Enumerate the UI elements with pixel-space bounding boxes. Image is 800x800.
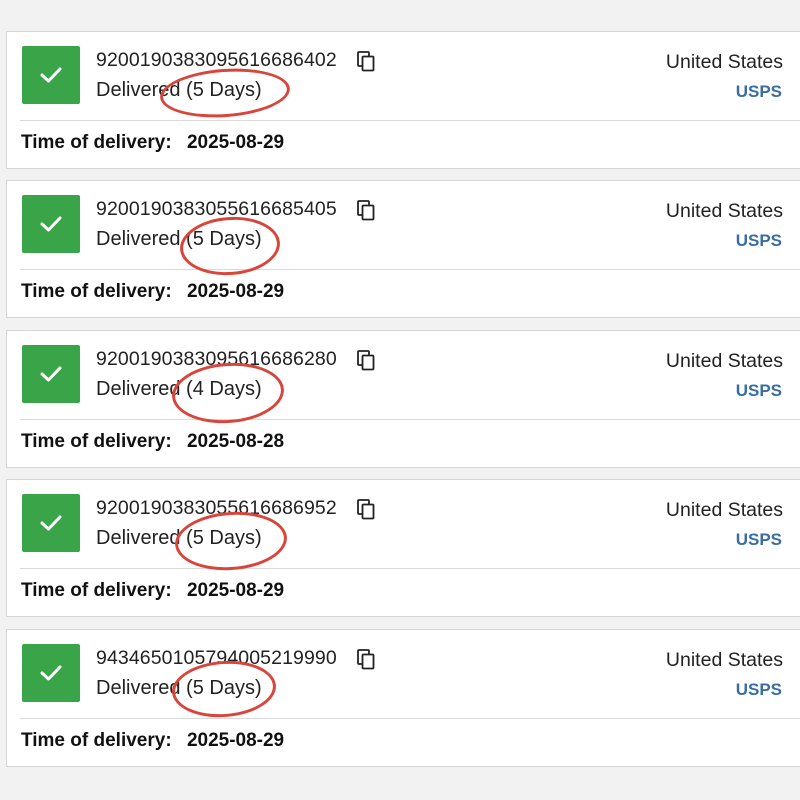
check-icon [40, 665, 62, 681]
divider [20, 419, 800, 420]
destination-country: United States [665, 499, 783, 521]
tracking-number: 9200190383095616686402 [96, 49, 337, 71]
carrier-link[interactable]: USPS [736, 231, 782, 251]
divider [20, 120, 800, 121]
destination-country: United States [665, 200, 783, 222]
shipment-card[interactable]: 9200190383095616686402 Delivered (5 Days… [6, 31, 800, 169]
copy-icon[interactable] [357, 350, 375, 371]
delivery-date: 2025-08-28 [186, 431, 285, 452]
carrier-link[interactable]: USPS [736, 381, 782, 401]
delivery-date: 2025-08-29 [186, 580, 285, 601]
delivery-status: Delivered (5 Days) [96, 527, 262, 549]
delivered-status-badge [22, 494, 80, 552]
delivery-date: 2025-08-29 [186, 132, 285, 153]
delivery-status: Delivered (5 Days) [96, 79, 262, 101]
check-icon [40, 366, 62, 382]
copy-icon[interactable] [357, 200, 375, 221]
delivery-status: Delivered (5 Days) [96, 228, 262, 250]
copy-icon[interactable] [357, 649, 375, 670]
delivery-time-label: Time of delivery: [21, 730, 172, 751]
delivery-time-label: Time of delivery: [21, 132, 172, 153]
shipment-card[interactable]: 9200190383055616685405 Delivered (5 Days… [6, 180, 800, 318]
delivery-status: Delivered (5 Days) [96, 677, 262, 699]
tracking-number: 9200190383055616685405 [96, 198, 337, 220]
destination-country: United States [665, 51, 783, 73]
copy-icon[interactable] [357, 499, 375, 520]
delivery-status: Delivered (4 Days) [96, 378, 262, 400]
shipment-card[interactable]: 9200190383055616686952 Delivered (5 Days… [6, 479, 800, 617]
delivery-time-row: Time of delivery: 2025-08-29 [21, 132, 284, 154]
delivered-status-badge [22, 345, 80, 403]
check-icon [40, 515, 62, 531]
divider [20, 269, 800, 270]
delivery-time-label: Time of delivery: [21, 580, 172, 601]
carrier-link[interactable]: USPS [736, 82, 782, 102]
delivered-status-badge [22, 644, 80, 702]
destination-country: United States [665, 350, 783, 372]
copy-icon[interactable] [357, 51, 375, 72]
delivery-time-row: Time of delivery: 2025-08-28 [21, 431, 284, 453]
divider [20, 568, 800, 569]
carrier-link[interactable]: USPS [736, 530, 782, 550]
divider [20, 718, 800, 719]
shipment-card[interactable]: 9200190383095616686280 Delivered (4 Days… [6, 330, 800, 468]
delivered-status-badge [22, 46, 80, 104]
shipment-card[interactable]: 9434650105794005219990 Delivered (5 Days… [6, 629, 800, 767]
delivery-time-row: Time of delivery: 2025-08-29 [21, 281, 284, 303]
delivery-time-row: Time of delivery: 2025-08-29 [21, 730, 284, 752]
tracking-number: 9200190383055616686952 [96, 497, 337, 519]
destination-country: United States [665, 649, 783, 671]
tracking-number: 9200190383095616686280 [96, 348, 337, 370]
tracking-number: 9434650105794005219990 [96, 647, 337, 669]
check-icon [40, 67, 62, 83]
delivery-time-label: Time of delivery: [21, 431, 172, 452]
delivery-time-row: Time of delivery: 2025-08-29 [21, 580, 284, 602]
carrier-link[interactable]: USPS [736, 680, 782, 700]
delivery-date: 2025-08-29 [186, 281, 285, 302]
delivery-date: 2025-08-29 [186, 730, 285, 751]
delivered-status-badge [22, 195, 80, 253]
check-icon [40, 216, 62, 232]
delivery-time-label: Time of delivery: [21, 281, 172, 302]
shipment-list: 9200190383095616686402 Delivered (5 Days… [0, 0, 800, 800]
